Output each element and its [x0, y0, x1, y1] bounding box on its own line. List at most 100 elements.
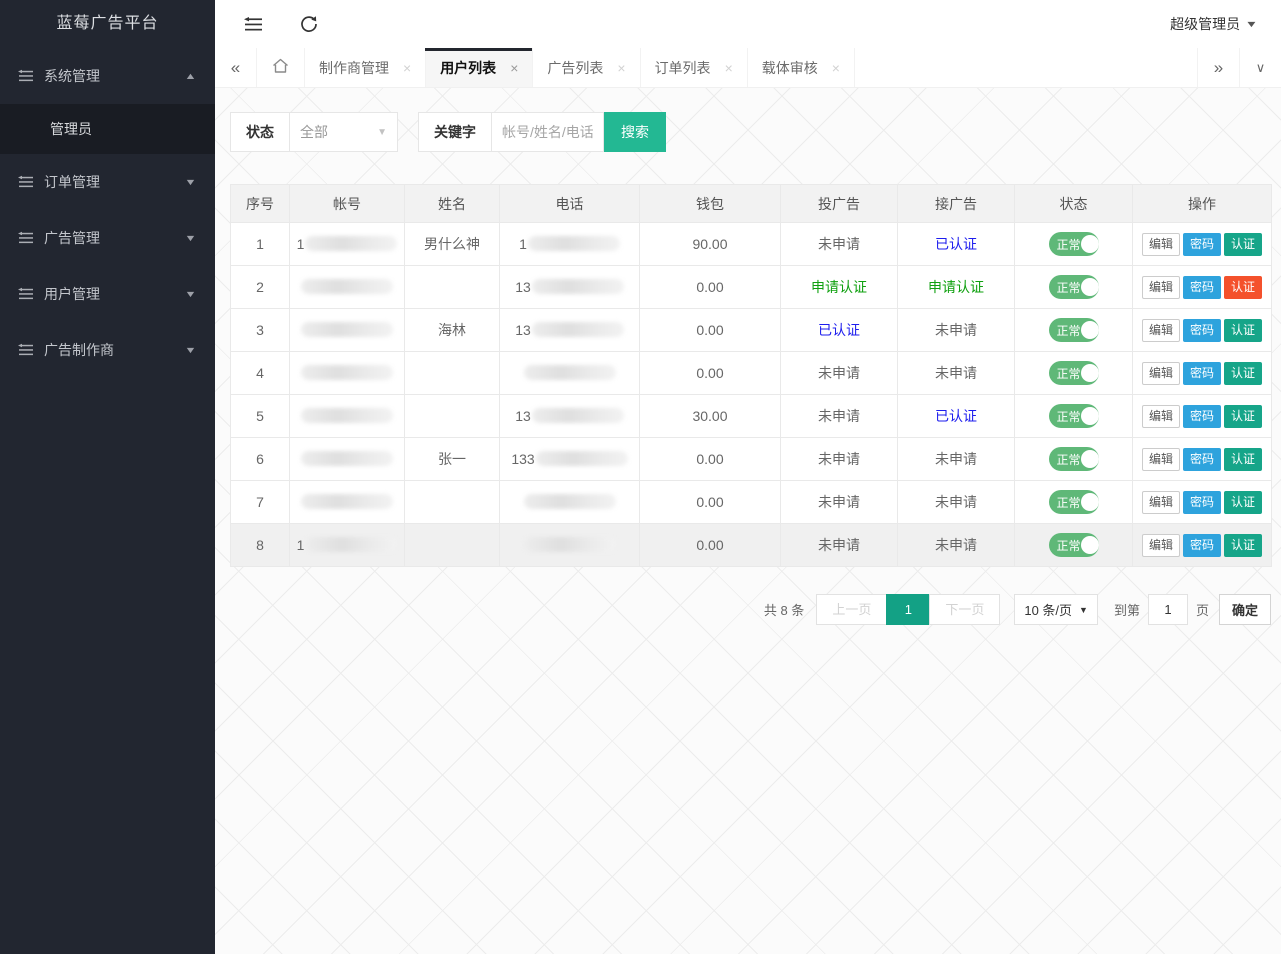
goto-confirm-button[interactable]: 确定: [1219, 594, 1271, 625]
status-toggle[interactable]: 正常: [1049, 533, 1099, 557]
tabs-scroll-left-icon[interactable]: «: [215, 48, 257, 87]
sidebar-subitem[interactable]: 管理员: [0, 104, 215, 154]
verify-button[interactable]: 认证: [1224, 276, 1262, 299]
app-root: 蓝莓广告平台 系统管理▲管理员订单管理▼广告管理▼用户管理▼广告制作商▼ 超: [0, 0, 1281, 954]
tab-用户列表[interactable]: 用户列表 ×: [426, 48, 533, 87]
redacted-account: [301, 279, 393, 294]
column-header: 接广告: [898, 185, 1015, 223]
goto-page-input[interactable]: [1148, 594, 1188, 625]
cell-index: 6: [231, 438, 290, 481]
page-size-select[interactable]: 10 条/页 ▼: [1014, 594, 1098, 625]
ad-status-text[interactable]: 申请认证: [811, 279, 867, 295]
ad-status-text: 未申请: [818, 408, 860, 424]
tab-close-icon[interactable]: ×: [617, 60, 625, 76]
current-page-button[interactable]: 1: [886, 594, 930, 625]
edit-button[interactable]: 编辑: [1142, 233, 1180, 256]
password-button[interactable]: 密码: [1183, 233, 1221, 256]
cell-index: 1: [231, 223, 290, 266]
verify-button[interactable]: 认证: [1224, 534, 1262, 557]
redacted-account: [305, 537, 397, 552]
action-buttons: 编辑密码认证: [1142, 276, 1262, 299]
sidebar-item[interactable]: 广告制作商▼: [0, 322, 215, 378]
password-button[interactable]: 密码: [1183, 319, 1221, 342]
prev-page-button[interactable]: 上一页: [816, 594, 887, 625]
status-toggle[interactable]: 正常: [1049, 275, 1099, 299]
status-toggle[interactable]: 正常: [1049, 232, 1099, 256]
tab-广告列表[interactable]: 广告列表 ×: [533, 48, 640, 87]
verify-button[interactable]: 认证: [1224, 405, 1262, 428]
certified-link[interactable]: 已认证: [935, 408, 977, 424]
refresh-icon[interactable]: [299, 14, 319, 34]
password-button[interactable]: 密码: [1183, 534, 1221, 557]
certified-link[interactable]: 已认证: [935, 236, 977, 252]
table-row: 11男什么神190.00未申请已认证正常编辑密码认证: [231, 223, 1272, 266]
verify-button[interactable]: 认证: [1224, 448, 1262, 471]
tab-制作商管理[interactable]: 制作商管理 ×: [305, 48, 426, 87]
edit-button[interactable]: 编辑: [1142, 405, 1180, 428]
action-buttons: 编辑密码认证: [1142, 362, 1262, 385]
status-toggle[interactable]: 正常: [1049, 447, 1099, 471]
sidebar-item[interactable]: 广告管理▼: [0, 210, 215, 266]
tab-close-icon[interactable]: ×: [403, 60, 411, 76]
tab-home[interactable]: [257, 48, 305, 87]
tab-label: 用户列表: [440, 58, 496, 78]
cell-wallet: 0.00: [640, 352, 781, 395]
edit-button[interactable]: 编辑: [1142, 319, 1180, 342]
tab-订单列表[interactable]: 订单列表×: [641, 48, 748, 87]
ad-status-text[interactable]: 申请认证: [928, 279, 984, 295]
search-button[interactable]: 搜索: [604, 112, 666, 152]
sidebar-item[interactable]: 用户管理▼: [0, 266, 215, 322]
password-button[interactable]: 密码: [1183, 491, 1221, 514]
tab-close-icon[interactable]: ×: [725, 60, 733, 76]
collapse-sidebar-icon[interactable]: [243, 14, 263, 34]
edit-button[interactable]: 编辑: [1142, 362, 1180, 385]
cell-phone: 1: [500, 223, 640, 266]
redacted-phone: [524, 537, 616, 552]
status-toggle-label: 正常: [1057, 236, 1081, 253]
tabs-scroll-right-icon[interactable]: »: [1197, 48, 1239, 87]
tab-label: 广告列表: [547, 58, 603, 78]
password-button[interactable]: 密码: [1183, 362, 1221, 385]
status-toggle[interactable]: 正常: [1049, 404, 1099, 428]
edit-button[interactable]: 编辑: [1142, 276, 1180, 299]
password-button[interactable]: 密码: [1183, 405, 1221, 428]
cell-accept-ad: 已认证: [898, 395, 1015, 438]
user-menu[interactable]: 超级管理员 ▼: [1170, 14, 1256, 34]
certified-link[interactable]: 已认证: [818, 322, 860, 338]
status-select[interactable]: 全部 ▼: [290, 112, 398, 152]
tab-载体审核[interactable]: 载体审核×: [748, 48, 855, 87]
sidebar-item[interactable]: 订单管理▼: [0, 154, 215, 210]
edit-button[interactable]: 编辑: [1142, 491, 1180, 514]
cell-wallet: 0.00: [640, 481, 781, 524]
status-toggle[interactable]: 正常: [1049, 318, 1099, 342]
verify-button[interactable]: 认证: [1224, 491, 1262, 514]
sidebar-item[interactable]: 系统管理▲: [0, 48, 215, 104]
table-row: 6张一1330.00未申请未申请正常编辑密码认证: [231, 438, 1272, 481]
edit-button[interactable]: 编辑: [1142, 448, 1180, 471]
caret-down-icon: ▼: [184, 233, 196, 243]
status-toggle-knob: [1081, 321, 1099, 339]
column-header: 状态: [1015, 185, 1133, 223]
cell-accept-ad: 未申请: [898, 524, 1015, 567]
table-row: 70.00未申请未申请正常编辑密码认证: [231, 481, 1272, 524]
keyword-input[interactable]: [492, 112, 604, 152]
verify-button[interactable]: 认证: [1224, 319, 1262, 342]
sidebar-submenu: 管理员: [0, 104, 215, 154]
table-row: 40.00未申请未申请正常编辑密码认证: [231, 352, 1272, 395]
password-button[interactable]: 密码: [1183, 448, 1221, 471]
verify-button[interactable]: 认证: [1224, 233, 1262, 256]
status-toggle[interactable]: 正常: [1049, 361, 1099, 385]
verify-button[interactable]: 认证: [1224, 362, 1262, 385]
password-button[interactable]: 密码: [1183, 276, 1221, 299]
table-body: 11男什么神190.00未申请已认证正常编辑密码认证2130.00申请认证申请认…: [231, 223, 1272, 567]
cell-accept-ad: 未申请: [898, 438, 1015, 481]
tabs-operations-icon[interactable]: ∨: [1239, 48, 1281, 87]
edit-button[interactable]: 编辑: [1142, 534, 1180, 557]
status-toggle[interactable]: 正常: [1049, 490, 1099, 514]
tab-close-icon[interactable]: ×: [510, 60, 518, 76]
next-page-button[interactable]: 下一页: [929, 594, 1000, 625]
tab-close-icon[interactable]: ×: [832, 60, 840, 76]
cell-phone: 133: [500, 438, 640, 481]
tab-label: 制作商管理: [319, 58, 389, 78]
cell-post-ad: 未申请: [781, 352, 898, 395]
